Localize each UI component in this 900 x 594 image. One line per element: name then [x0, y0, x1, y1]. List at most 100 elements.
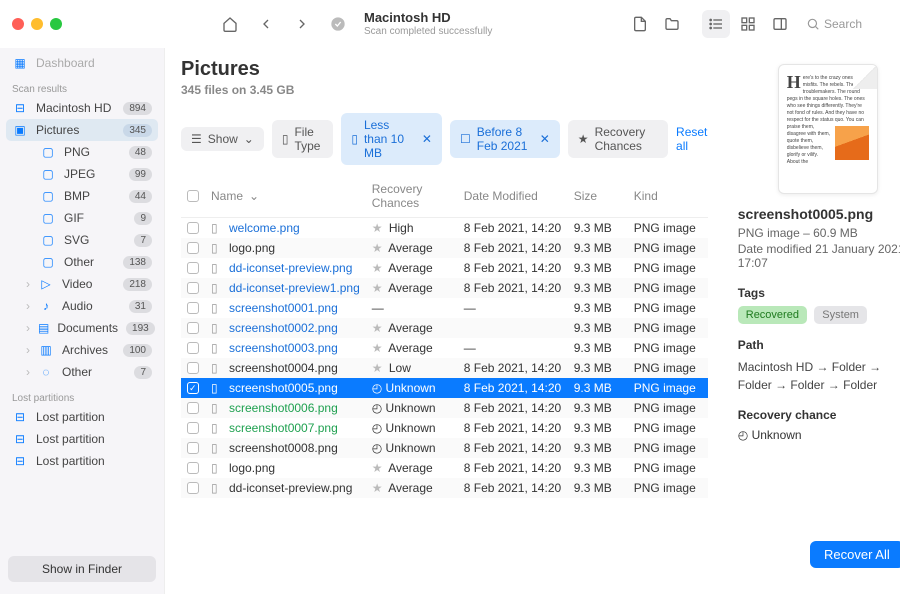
- sidebar-dashboard[interactable]: ▦ Dashboard: [0, 52, 164, 74]
- table-row[interactable]: ▯screenshot0003.png★ Average—9.3 MBPNG i…: [181, 338, 708, 358]
- column-recovery[interactable]: Recovery Chances: [366, 179, 458, 213]
- sidebar-item-other2[interactable]: ›◌Other7: [0, 361, 164, 383]
- row-checkbox[interactable]: [187, 442, 199, 454]
- sidebar-item-archives[interactable]: ›▥Archives100: [0, 339, 164, 361]
- cell-size: 9.3 MB: [568, 338, 628, 358]
- file-icon: ▯: [351, 132, 358, 146]
- filter-date[interactable]: ☐Before 8 Feb 2021✕: [450, 120, 560, 158]
- sidebar-lost-partition[interactable]: ⊟Lost partition: [0, 428, 164, 450]
- tag-recovered[interactable]: Recovered: [738, 306, 807, 324]
- table-row[interactable]: ▯screenshot0005.png◴ Unknown8 Feb 2021, …: [181, 378, 708, 398]
- row-checkbox[interactable]: [187, 462, 199, 474]
- sidebar-item-other[interactable]: ▢Other138: [0, 251, 164, 273]
- sidebar-item-label: BMP: [64, 189, 90, 203]
- cell-size: 9.3 MB: [568, 298, 628, 318]
- list-view-icon[interactable]: [702, 10, 730, 38]
- close-icon[interactable]: ✕: [540, 132, 550, 146]
- status-check-icon: [324, 10, 352, 38]
- folder-icon[interactable]: [658, 10, 686, 38]
- search-input[interactable]: Search: [798, 13, 888, 35]
- detail-tags-header: Tags: [738, 286, 900, 300]
- sidebar-item-documents[interactable]: ›▤Documents193: [0, 317, 164, 339]
- table-row[interactable]: ▯welcome.png★ High8 Feb 2021, 14:209.3 M…: [181, 218, 708, 238]
- table-row[interactable]: ▯screenshot0008.png◴ Unknown8 Feb 2021, …: [181, 438, 708, 458]
- row-checkbox[interactable]: [187, 342, 199, 354]
- column-date[interactable]: Date Modified: [458, 186, 568, 206]
- select-all-checkbox[interactable]: [187, 190, 199, 202]
- sidebar-item-pictures[interactable]: ▣ Pictures 345: [6, 119, 158, 141]
- row-checkbox[interactable]: [187, 362, 199, 374]
- sidebar-item-macintosh-hd[interactable]: ⊟ Macintosh HD 894: [0, 97, 164, 119]
- column-name[interactable]: Name ⌄: [205, 186, 366, 206]
- pictures-icon: ▣: [12, 123, 28, 137]
- tag-system[interactable]: System: [814, 306, 867, 324]
- close-icon[interactable]: ✕: [422, 132, 432, 146]
- window-close[interactable]: [12, 18, 24, 30]
- sidebar-item-svg[interactable]: ▢SVG7: [0, 229, 164, 251]
- sidebar-item-label: Archives: [62, 343, 108, 357]
- cell-kind: PNG image: [628, 358, 708, 378]
- back-button[interactable]: [252, 10, 280, 38]
- detail-rc-value: ◴ Unknown: [738, 428, 900, 442]
- page-title: Pictures: [181, 58, 708, 81]
- row-checkbox[interactable]: [187, 422, 199, 434]
- sidebar-toggle-icon[interactable]: [766, 10, 794, 38]
- file-name: screenshot0006.png: [229, 401, 338, 415]
- documents-icon: ▤: [38, 321, 49, 335]
- table-row[interactable]: ▯dd-iconset-preview.png★ Average8 Feb 20…: [181, 478, 708, 498]
- sidebar-item-jpeg[interactable]: ▢JPEG99: [0, 163, 164, 185]
- file-icon: ▯: [211, 221, 223, 235]
- table-row[interactable]: ▯screenshot0006.png◴ Unknown8 Feb 2021, …: [181, 398, 708, 418]
- table-row[interactable]: ▯dd-iconset-preview1.png★ Average8 Feb 2…: [181, 278, 708, 298]
- filter-size[interactable]: ▯Less than 10 MB✕: [341, 113, 442, 165]
- file-icon: ▯: [211, 261, 223, 275]
- sidebar-item-bmp[interactable]: ▢BMP44: [0, 185, 164, 207]
- row-checkbox[interactable]: [187, 222, 199, 234]
- sidebar-lost-partition[interactable]: ⊟Lost partition: [0, 450, 164, 472]
- row-checkbox[interactable]: [187, 322, 199, 334]
- cell-kind: PNG image: [628, 438, 708, 458]
- cell-date: 8 Feb 2021, 14:20: [458, 238, 568, 258]
- table-row[interactable]: ▯logo.png★ Average8 Feb 2021, 14:209.3 M…: [181, 238, 708, 258]
- filter-recovery-chances[interactable]: ★Recovery Chances: [568, 120, 668, 158]
- table-row[interactable]: ▯dd-iconset-preview.png★ Average8 Feb 20…: [181, 258, 708, 278]
- audio-icon: ♪: [38, 299, 54, 313]
- table-row[interactable]: ▯screenshot0007.png◴ Unknown8 Feb 2021, …: [181, 418, 708, 438]
- cell-kind: PNG image: [628, 378, 708, 398]
- window-zoom[interactable]: [50, 18, 62, 30]
- filter-file-type[interactable]: ▯File Type: [272, 120, 333, 158]
- sidebar-item-audio[interactable]: ›♪Audio31: [0, 295, 164, 317]
- filetype-icon: ▢: [40, 167, 56, 181]
- new-doc-icon[interactable]: [626, 10, 654, 38]
- cell-recovery: ★ Average: [366, 278, 458, 298]
- table-row[interactable]: ▯screenshot0001.png ——9.3 MBPNG image: [181, 298, 708, 318]
- table-row[interactable]: ▯screenshot0002.png★ Average9.3 MBPNG im…: [181, 318, 708, 338]
- row-checkbox[interactable]: [187, 482, 199, 494]
- count-badge: 345: [123, 124, 152, 137]
- grid-view-icon[interactable]: [734, 10, 762, 38]
- recover-all-button[interactable]: Recover All: [810, 541, 900, 568]
- row-checkbox[interactable]: [187, 262, 199, 274]
- forward-button[interactable]: [288, 10, 316, 38]
- cell-size: 9.3 MB: [568, 258, 628, 278]
- reset-all-link[interactable]: Reset all: [676, 125, 708, 153]
- row-checkbox[interactable]: [187, 302, 199, 314]
- show-dropdown[interactable]: ☰Show⌄: [181, 127, 264, 151]
- table-row[interactable]: ▯screenshot0004.png★ Low8 Feb 2021, 14:2…: [181, 358, 708, 378]
- row-checkbox[interactable]: [187, 242, 199, 254]
- show-in-finder-button[interactable]: Show in Finder: [8, 556, 156, 582]
- sidebar-item-png[interactable]: ▢PNG48: [0, 141, 164, 163]
- home-icon[interactable]: [216, 10, 244, 38]
- row-checkbox[interactable]: [187, 282, 199, 294]
- filetype-icon: ▢: [40, 233, 56, 247]
- window-minimize[interactable]: [31, 18, 43, 30]
- row-checkbox[interactable]: [187, 382, 199, 394]
- column-size[interactable]: Size: [568, 186, 628, 206]
- sidebar-item-gif[interactable]: ▢GIF9: [0, 207, 164, 229]
- cell-date: —: [458, 298, 568, 318]
- sidebar-lost-partition[interactable]: ⊟Lost partition: [0, 406, 164, 428]
- table-row[interactable]: ▯logo.png★ Average8 Feb 2021, 14:209.3 M…: [181, 458, 708, 478]
- sidebar-item-video[interactable]: ›▷Video218: [0, 273, 164, 295]
- column-kind[interactable]: Kind: [628, 186, 708, 206]
- row-checkbox[interactable]: [187, 402, 199, 414]
